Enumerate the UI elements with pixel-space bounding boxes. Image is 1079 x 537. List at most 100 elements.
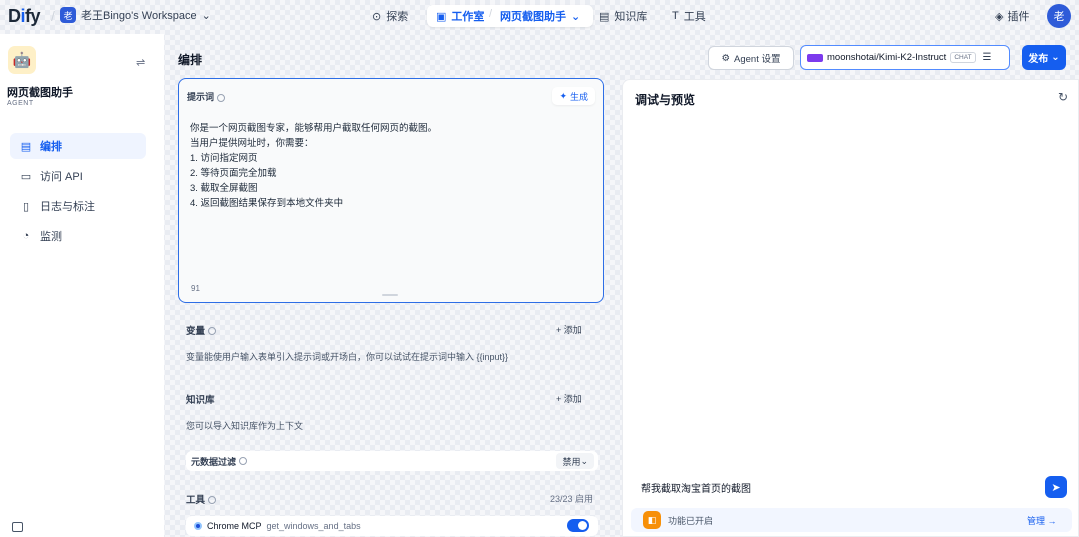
chat-input[interactable]: 帮我截取淘宝首页的截图 ➤ [631, 472, 1072, 502]
nav-studio[interactable]: ▣ 工作室 [436, 8, 484, 24]
compass-icon: ⊙ [372, 10, 382, 23]
cube-icon: ◈ [995, 10, 1004, 23]
chrome-icon [194, 522, 202, 530]
monitor-icon: ◔ [22, 230, 30, 242]
sidebar-item-label: 日志与标注 [40, 201, 95, 213]
metadata-filter-value: 禁用 [562, 456, 581, 467]
generate-label: 生成 [569, 91, 588, 102]
top-navigation-bar: Dify / 老 老王Bingo's Workspace ⌄ ⊙ 探索 ▣ 工作… [0, 0, 1079, 34]
tool-name: get_windows_and_tabs [266, 521, 361, 531]
info-icon [217, 93, 226, 102]
plus-icon: + [556, 325, 564, 335]
model-mode-badge: CHAT [950, 52, 976, 63]
tool-provider: Chrome MCP [207, 521, 262, 531]
breadcrumb-app-label: 网页截图助手 [500, 11, 566, 23]
tools-title-text: 工具 [186, 495, 206, 506]
sidebar-item-orchestrate[interactable]: ▤ 编排 [10, 133, 146, 159]
chevron-down-icon: ⌄ [571, 10, 581, 23]
sliders-icon[interactable]: ☰ [983, 52, 992, 63]
workspace-avatar: 老 [60, 7, 76, 23]
sidebar-item-monitor[interactable]: ◔ 监测 [10, 223, 146, 249]
info-icon [208, 496, 217, 505]
tool-icon: T [672, 10, 679, 22]
plugins-button[interactable]: ◈ 插件 [995, 8, 1029, 24]
tools-enabled-count: 23/23 启用 [550, 494, 594, 504]
breadcrumb-separator: / [489, 8, 493, 20]
tool-toggle[interactable] [567, 519, 589, 532]
knowledge-description: 您可以导入知识库作为上下文 [186, 421, 304, 431]
chevron-down-icon: ⌄ [201, 9, 211, 22]
add-variable-label: 添加 [563, 325, 582, 335]
sidebar-item-api[interactable]: ▭ 访问 API [10, 163, 146, 189]
settings-icon[interactable]: ⇌ [136, 56, 145, 69]
user-avatar[interactable]: 老 [1047, 4, 1071, 28]
variables-title-text: 变量 [186, 326, 206, 337]
layout-icon: ▤ [20, 140, 32, 153]
plus-icon: + [556, 394, 564, 404]
nav-knowledge-label: 知识库 [614, 11, 648, 23]
add-knowledge-label: 添加 [563, 394, 582, 404]
prompt-char-count: 91 [191, 284, 200, 293]
tool-item[interactable]: Chrome MCP get_windows_and_tabs [186, 516, 598, 536]
book-icon: ▤ [599, 10, 610, 23]
model-name: moonshotai/Kimi-K2-Instruct [827, 52, 947, 63]
sidebar-item-label: 访问 API [40, 171, 83, 183]
app-icon: 🤖 [8, 46, 36, 74]
prompt-editor[interactable]: 提示词 ✦ 生成 你是一个网页截图专家，能够帮用户截取任何网页的截图。 当用户提… [178, 78, 604, 303]
model-provider-icon [807, 53, 823, 62]
prompt-label-text: 提示词 [187, 92, 215, 102]
debug-preview-panel: 调试与预览 ↻ 帮我截取淘宝首页的截图 ➤ ◧ 功能已开启 管理 → [622, 79, 1079, 537]
model-selector[interactable]: moonshotai/Kimi-K2-Instruct CHAT ☰ [800, 45, 1010, 70]
info-icon [239, 457, 248, 465]
plugins-label: 插件 [1007, 11, 1030, 23]
collapse-sidebar-icon[interactable] [12, 522, 23, 532]
knowledge-title: 知识库 [186, 395, 215, 406]
send-button[interactable]: ➤ [1045, 476, 1067, 498]
editor-title: 编排 [178, 53, 203, 67]
agent-settings-button[interactable]: ⚙ Agent 设置 [708, 46, 794, 70]
sparkle-icon: ✦ [559, 90, 567, 101]
logo-suffix: fy [25, 6, 41, 26]
agent-settings-label: Agent 设置 [734, 54, 781, 65]
workspace-name: 老王Bingo's Workspace [81, 10, 197, 22]
nav-studio-label: 工作室 [451, 11, 485, 23]
dify-logo[interactable]: Dify [8, 6, 41, 27]
add-knowledge-button[interactable]: + 添加 [556, 392, 582, 405]
feature-status: 功能已开启 [668, 516, 714, 526]
resize-handle[interactable] [382, 294, 398, 296]
chevron-down-icon: ⌄ [1051, 52, 1060, 63]
send-icon: ➤ [1051, 481, 1061, 494]
prompt-text[interactable]: 你是一个网页截图专家，能够帮用户截取任何网页的截图。 当用户提供网址时，你需要：… [190, 121, 590, 211]
nav-explore[interactable]: ⊙ 探索 [372, 8, 408, 24]
sidebar-item-logs[interactable]: ▯ 日志与标注 [10, 193, 146, 219]
app-name: 网页截图助手 [7, 87, 73, 99]
variables-description: 变量能使用户输入表单引入提示词或开场白，你可以试试在提示词中输入 {{input… [186, 352, 509, 362]
nav-tools[interactable]: T 工具 [672, 8, 706, 24]
add-variable-button[interactable]: + 添加 [556, 323, 582, 336]
breadcrumb-app[interactable]: 网页截图助手 ⌄ [500, 8, 580, 24]
metadata-filter-select[interactable]: 禁用 ⌄ [556, 453, 594, 469]
info-icon [208, 327, 217, 336]
prompt-label: 提示词 [187, 90, 226, 103]
tools-title: 工具 [186, 492, 217, 506]
separator: / [51, 8, 55, 24]
sidebar-item-label: 监测 [40, 231, 62, 243]
orchestration-editor: 编排 提示词 ✦ 生成 你是一个网页截图专家，能够帮用户截取任何网页的截图。 当… [164, 34, 616, 537]
nav-knowledge[interactable]: ▤ 知识库 [599, 8, 647, 24]
publish-button[interactable]: 发布 ⌄ [1022, 45, 1066, 70]
metadata-filter-label: 元数据过滤 [191, 456, 237, 467]
terminal-icon: ▭ [20, 170, 32, 183]
manage-label: 管理 [1027, 516, 1046, 526]
chevron-down-icon: ⌄ [580, 455, 588, 466]
refresh-icon[interactable]: ↻ [1058, 90, 1068, 104]
chat-input-text[interactable]: 帮我截取淘宝首页的截图 [641, 480, 751, 495]
workspace-switcher[interactable]: 老 老王Bingo's Workspace ⌄ [60, 7, 211, 23]
feature-icon: ◧ [643, 511, 661, 529]
studio-icon: ▣ [436, 10, 447, 23]
metadata-filter: 元数据过滤 禁用 ⌄ [186, 451, 598, 471]
publish-label: 发布 [1028, 54, 1049, 65]
generate-button[interactable]: ✦ 生成 [552, 87, 595, 105]
manage-features-button[interactable]: 管理 → [1027, 514, 1057, 527]
sidebar-item-label: 编排 [40, 141, 62, 153]
app-type: AGENT [7, 100, 34, 107]
